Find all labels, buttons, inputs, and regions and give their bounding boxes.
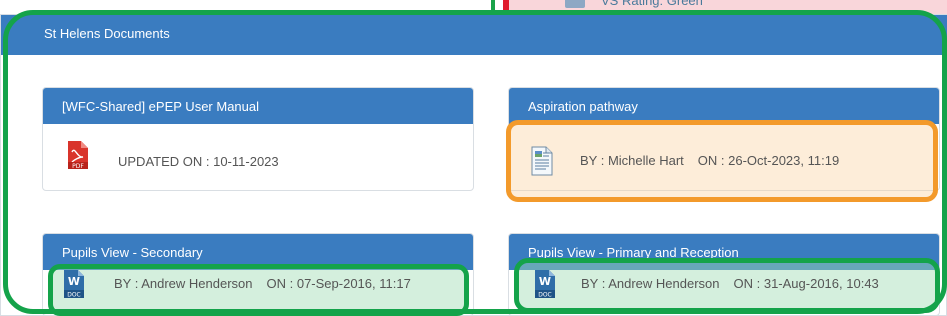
updated-on-text: UPDATED ON : 10-11-2023 bbox=[118, 154, 279, 169]
date-text: ON : 31-Aug-2016, 10:43 bbox=[733, 276, 879, 291]
document-meta: BY : Andrew Henderson ON : 07-Sep-2016, 1… bbox=[114, 276, 411, 291]
author-text: BY : Andrew Henderson bbox=[114, 276, 253, 291]
card-header: Aspiration pathway bbox=[509, 88, 939, 124]
vs-rating-text: VS Rating: Green bbox=[601, 0, 703, 8]
svg-text:W: W bbox=[68, 275, 80, 288]
doc-icon-label: DOC bbox=[67, 292, 81, 299]
doc-icon-label: DOC bbox=[538, 292, 552, 299]
word-doc-icon[interactable]: W DOC bbox=[63, 269, 85, 299]
pdf-icon-label: PDF bbox=[72, 163, 84, 170]
date-text: ON : 26-Oct-2023, 11:19 bbox=[697, 153, 840, 168]
document-meta: BY : Andrew Henderson ON : 31-Aug-2016, 1… bbox=[581, 276, 879, 291]
card-header: [WFC-Shared] ePEP User Manual bbox=[43, 88, 473, 124]
author-text: BY : Michelle Hart bbox=[580, 153, 684, 168]
date-text: ON : 07-Sep-2016, 11:17 bbox=[266, 276, 411, 291]
document-icon bbox=[565, 0, 585, 8]
svg-text:W: W bbox=[539, 275, 551, 288]
document-icon[interactable] bbox=[531, 146, 553, 176]
panel-header: St Helens Documents bbox=[1, 15, 947, 55]
document-card-epep-manual[interactable]: [WFC-Shared] ePEP User Manual PDF UPDATE… bbox=[42, 87, 474, 191]
author-text: BY : Andrew Henderson bbox=[581, 276, 720, 291]
card-title: Pupils View - Secondary bbox=[62, 245, 203, 260]
panel-title: St Helens Documents bbox=[44, 26, 170, 41]
card-title: [WFC-Shared] ePEP User Manual bbox=[62, 99, 259, 114]
document-meta: BY : Michelle Hart ON : 26-Oct-2023, 11:1… bbox=[580, 153, 839, 168]
card-title: Aspiration pathway bbox=[528, 99, 638, 114]
word-doc-icon[interactable]: W DOC bbox=[534, 269, 556, 299]
pdf-icon[interactable]: PDF bbox=[67, 140, 89, 170]
